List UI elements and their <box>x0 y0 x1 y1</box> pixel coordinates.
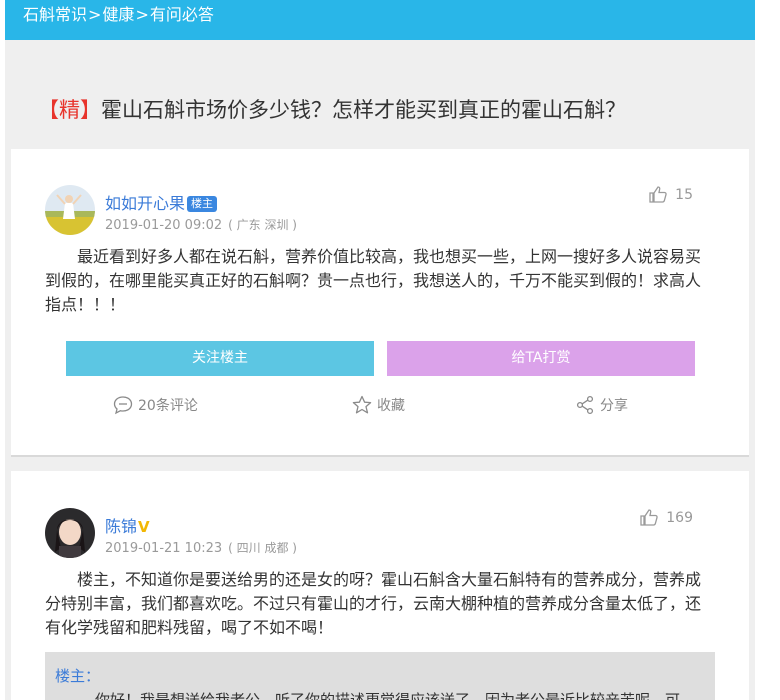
quote-text: 你好！我是想送给我老公，听了你的描述更觉得应该送了，因为老公最近比较辛苦呢，可 <box>95 691 681 700</box>
verified-icon: V <box>138 518 150 536</box>
reply-location: ( 四川 成都 ) <box>228 541 297 555</box>
question-title: 霍山石斛市场价多少钱？怎样才能买到真正的霍山石斛？ <box>101 98 626 122</box>
author-name[interactable]: 陈锦 <box>105 517 137 536</box>
share-button[interactable]: 分享 <box>575 395 628 415</box>
thumbs-up-icon <box>649 186 667 203</box>
post-location: ( 广东 深圳 ) <box>228 218 297 232</box>
quote-label[interactable]: 楼主： <box>55 664 715 688</box>
page-title: 【精】霍山石斛市场价多少钱？怎样才能买到真正的霍山石斛？ <box>38 94 626 124</box>
reply-content: 楼主，不知道你是要送给男的还是女的呀？霍山石斛含大量石斛特有的营养成分，营养成分… <box>45 570 702 637</box>
owner-quote: 楼主： 你好！我是想送给我老公，听了你的描述更觉得应该送了，因为老公最近比较辛苦… <box>45 652 715 700</box>
like-button[interactable]: 15 <box>649 186 693 203</box>
question-post-card: 如如开心果 楼主 2019-01-20 09:02 ( 广东 深圳 ) 15 最近看… <box>11 149 749 457</box>
post-meta: 2019-01-20 09:02 ( 广东 深圳 ) <box>105 216 297 233</box>
breadcrumb-item-qa[interactable]: 有问必答 <box>150 5 214 24</box>
share-label: 分享 <box>600 398 628 414</box>
breadcrumb: 石斛常识>健康>有问必答 <box>5 0 755 40</box>
comments-button[interactable]: 20条评论 <box>113 395 198 415</box>
favorite-label: 收藏 <box>377 398 405 414</box>
reply-datetime: 2019-01-21 10:23 <box>105 541 223 556</box>
reply-card: 陈锦V 2019-01-21 10:23 ( 四川 成都 ) 169 楼主，不知道… <box>11 471 749 700</box>
post-datetime: 2019-01-20 09:02 <box>105 218 223 233</box>
avatar[interactable] <box>45 508 95 558</box>
featured-tag: 【精】 <box>38 98 101 122</box>
breadcrumb-separator: > <box>88 5 102 24</box>
thumbs-up-icon <box>640 509 658 526</box>
like-button[interactable]: 169 <box>640 509 693 526</box>
post-content: 最近看到好多人都在说石斛，营养价值比较高，我也想买一些，上网一搜好多人说容易买到… <box>45 247 702 314</box>
comment-count-label: 20条评论 <box>138 398 198 414</box>
avatar[interactable] <box>45 185 95 235</box>
post-actions: 20条评论 收藏 分享 <box>11 395 749 417</box>
author-name[interactable]: 如如开心果 <box>105 194 185 213</box>
breadcrumb-item-dendrobium-knowledge[interactable]: 石斛常识 <box>23 5 87 24</box>
owner-badge: 楼主 <box>187 196 218 212</box>
favorite-button[interactable]: 收藏 <box>352 395 405 415</box>
reply-meta: 2019-01-21 10:23 ( 四川 成都 ) <box>105 539 297 556</box>
breadcrumb-separator: > <box>135 5 149 24</box>
comment-icon <box>113 396 133 415</box>
like-count: 15 <box>675 186 693 203</box>
post-author[interactable]: 如如开心果 楼主 <box>105 190 218 214</box>
share-icon <box>576 395 594 415</box>
like-count: 169 <box>666 509 693 526</box>
breadcrumb-item-health[interactable]: 健康 <box>102 5 134 24</box>
reply-author[interactable]: 陈锦V <box>105 513 150 537</box>
follow-owner-button[interactable]: 关注楼主 <box>66 341 374 376</box>
star-icon <box>352 395 372 414</box>
reward-button[interactable]: 给TA打赏 <box>387 341 695 376</box>
